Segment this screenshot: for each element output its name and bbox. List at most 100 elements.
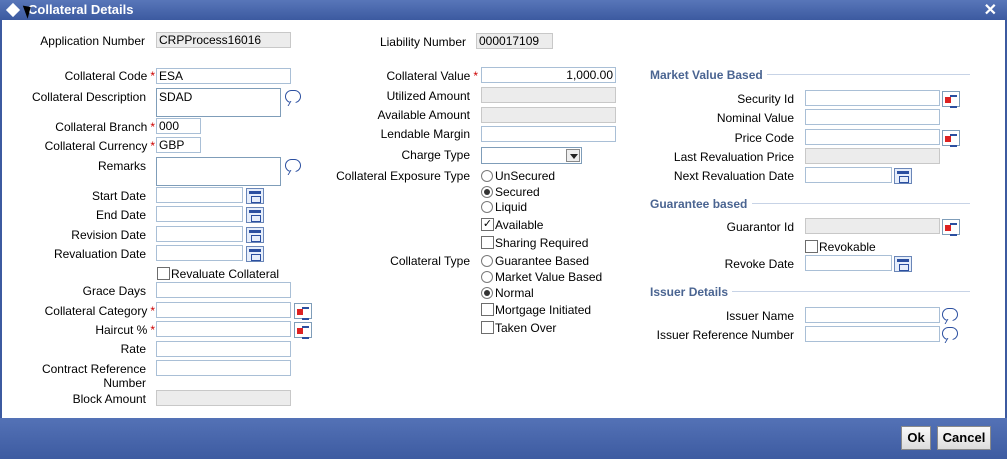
price-code-lov-icon[interactable] [942, 130, 960, 147]
issuer-name-label: Issuer Name [725, 309, 794, 323]
remarks-popup-icon[interactable] [285, 159, 301, 172]
collateral-code-input[interactable]: ESA [156, 68, 291, 84]
last-revaluation-price-label: Last Revaluation Price [673, 150, 794, 164]
haircut-input[interactable] [156, 321, 291, 337]
grace-days-label: Grace Days [82, 284, 146, 298]
section-divider [732, 291, 970, 292]
type-market-value-based-label: Market Value Based [495, 270, 603, 284]
remarks-label: Remarks [97, 159, 146, 173]
section-divider [767, 74, 970, 75]
revision-date-input[interactable] [156, 226, 243, 242]
block-amount-field [156, 390, 291, 406]
available-amount-field [481, 107, 616, 123]
lendable-margin-label: Lendable Margin [380, 127, 470, 141]
type-market-value-based-radio[interactable] [481, 271, 493, 283]
revokable-checkbox[interactable] [805, 240, 818, 253]
revaluate-collateral-label: Revaluate Collateral [171, 267, 280, 281]
collateral-category-lov-icon[interactable] [294, 303, 312, 320]
block-amount-label: Block Amount [72, 392, 146, 406]
next-revaluation-date-calendar-icon[interactable] [894, 168, 912, 184]
issuer-name-popup-icon[interactable] [942, 308, 958, 321]
guarantor-id-label: Guarantor Id [726, 220, 794, 234]
collateral-currency-label: Collateral Currency * [44, 139, 155, 153]
haircut-label: Haircut % * [95, 323, 155, 337]
type-normal-label: Normal [495, 286, 534, 300]
issuer-reference-number-input[interactable] [805, 326, 940, 342]
exposure-unsecured-label: UnSecured [495, 169, 556, 183]
remarks-input[interactable] [156, 157, 281, 186]
next-revaluation-date-label: Next Revaluation Date [673, 169, 794, 183]
security-id-label: Security Id [737, 92, 794, 106]
revoke-date-label: Revoke Date [724, 257, 794, 271]
type-normal-radio[interactable] [481, 287, 493, 299]
haircut-lov-icon[interactable] [294, 322, 312, 339]
mortgage-initiated-label: Mortgage Initiated [495, 303, 592, 317]
exposure-secured-radio[interactable] [481, 186, 493, 198]
exposure-liquid-radio[interactable] [481, 201, 493, 213]
end-date-label: End Date [95, 208, 146, 222]
revaluation-date-label: Revaluation Date [53, 247, 146, 261]
charge-type-select[interactable] [481, 147, 582, 164]
rate-label: Rate [120, 342, 146, 356]
last-revaluation-price-field [805, 148, 940, 164]
contract-reference-input[interactable] [156, 360, 291, 376]
collateral-category-input[interactable] [156, 302, 291, 318]
revaluation-date-input[interactable] [156, 245, 243, 261]
contract-reference-label: Contract Reference Number [41, 362, 146, 390]
charge-type-label: Charge Type [401, 148, 471, 162]
end-date-input[interactable] [156, 206, 243, 222]
revoke-date-input[interactable] [805, 255, 892, 271]
description-popup-icon[interactable] [285, 90, 301, 103]
exposure-secured-label: Secured [495, 185, 540, 199]
issuer-reference-popup-icon[interactable] [942, 327, 958, 340]
available-checkbox[interactable]: ✓ [481, 218, 494, 231]
collateral-value-input[interactable]: 1,000.00 [481, 67, 616, 83]
ok-button[interactable]: Ok [901, 426, 931, 450]
revaluation-date-calendar-icon[interactable] [246, 246, 264, 262]
price-code-label: Price Code [734, 131, 794, 145]
end-date-calendar-icon[interactable] [246, 207, 264, 223]
start-date-calendar-icon[interactable] [246, 188, 264, 204]
sharing-required-checkbox[interactable] [481, 236, 494, 249]
issuer-details-heading: Issuer Details [650, 285, 729, 299]
nominal-value-label: Nominal Value [716, 111, 794, 125]
cancel-button[interactable]: Cancel [937, 426, 991, 450]
close-icon[interactable]: ✕ [984, 0, 997, 20]
rate-input[interactable] [156, 341, 291, 357]
type-guarantee-based-radio[interactable] [481, 255, 493, 267]
collateral-description-input[interactable]: SDAD [156, 88, 281, 117]
guarantor-id-field [805, 218, 940, 234]
type-guarantee-based-label: Guarantee Based [495, 254, 590, 268]
exposure-type-label: Collateral Exposure Type [336, 169, 470, 183]
start-date-input[interactable] [156, 187, 243, 203]
liability-number-field: 000017109 [476, 33, 553, 49]
collateral-branch-input[interactable]: 000 [156, 118, 201, 134]
collateral-category-label: Collateral Category * [44, 304, 155, 318]
revision-date-calendar-icon[interactable] [246, 227, 264, 243]
nominal-value-input[interactable] [805, 109, 940, 125]
price-code-input[interactable] [805, 129, 940, 145]
collateral-currency-input[interactable]: GBP [156, 137, 201, 153]
revaluate-collateral-checkbox[interactable] [157, 267, 170, 280]
guarantor-id-lov-icon[interactable] [942, 219, 960, 236]
lendable-margin-input[interactable] [481, 126, 616, 142]
market-value-based-heading: Market Value Based [650, 68, 763, 82]
liability-number-label: Liability Number [379, 35, 466, 49]
security-id-input[interactable] [805, 90, 940, 106]
next-revaluation-date-input[interactable] [805, 167, 892, 183]
grace-days-input[interactable] [156, 282, 291, 298]
section-divider [752, 203, 970, 204]
taken-over-checkbox[interactable] [481, 321, 494, 334]
revision-date-label: Revision Date [71, 228, 146, 242]
collateral-branch-label: Collateral Branch * [55, 120, 155, 134]
mortgage-initiated-checkbox[interactable] [481, 303, 494, 316]
chevron-down-icon[interactable] [566, 149, 580, 162]
exposure-unsecured-radio[interactable] [481, 170, 493, 182]
issuer-name-input[interactable] [805, 307, 940, 323]
utilized-amount-field [481, 87, 616, 103]
revoke-date-calendar-icon[interactable] [894, 256, 912, 272]
window-titlebar: Collateral Details ✕ [0, 0, 1007, 20]
available-label: Available [495, 218, 544, 232]
security-id-lov-icon[interactable] [942, 91, 960, 108]
application-number-label: Application Number [40, 34, 145, 48]
